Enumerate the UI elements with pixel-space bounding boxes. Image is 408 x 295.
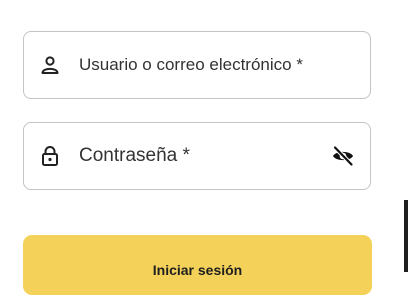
password-field[interactable]: Contraseña * bbox=[23, 122, 371, 190]
screen-edge-divider bbox=[404, 200, 408, 272]
username-field-label: Usuario o correo electrónico * bbox=[79, 55, 303, 74]
password-field-label: Contraseña * bbox=[79, 145, 190, 166]
username-field[interactable]: Usuario o correo electrónico * bbox=[23, 31, 371, 99]
login-button-label: Iniciar sesión bbox=[152, 262, 243, 278]
login-button[interactable]: Iniciar sesión bbox=[23, 235, 372, 295]
user-icon bbox=[39, 54, 61, 76]
eye-off-icon[interactable] bbox=[330, 143, 356, 169]
lock-icon bbox=[39, 145, 61, 167]
